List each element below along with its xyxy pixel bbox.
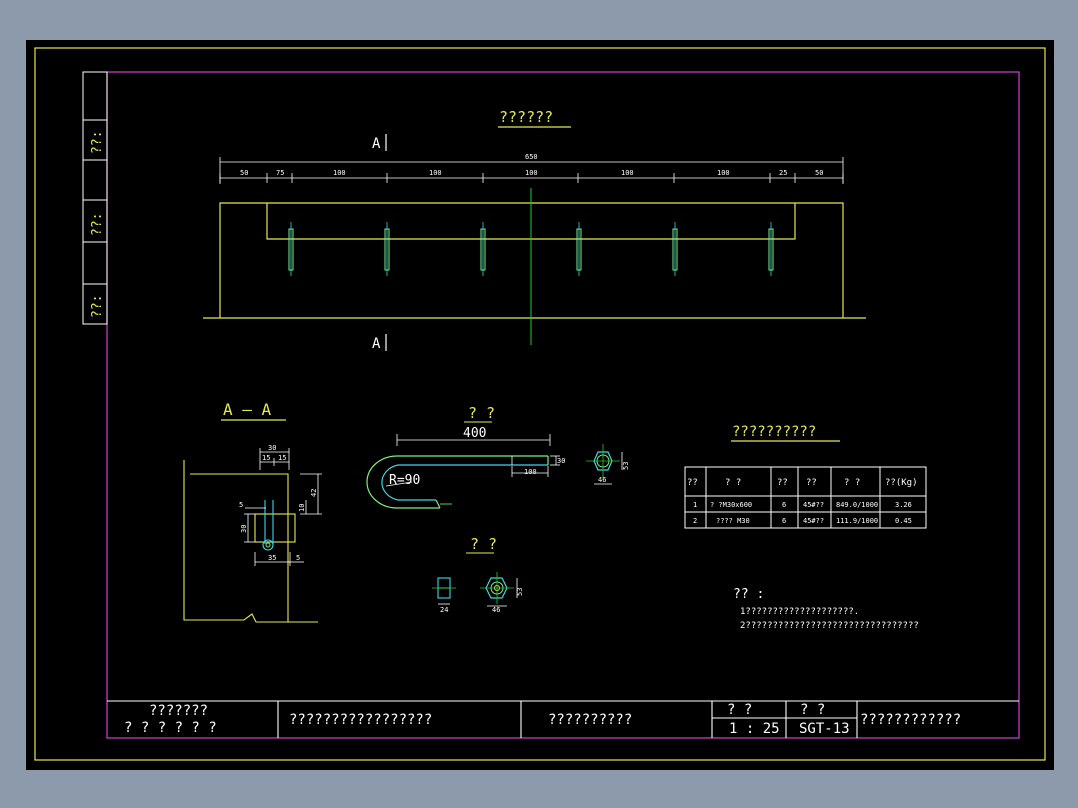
elevation-title: ?????? — [499, 108, 553, 126]
chain-dim-1: 50 — [240, 169, 248, 177]
bolt-length-label: 400 — [463, 426, 486, 441]
table-cell: 45#?? — [803, 517, 824, 525]
title-block-project: ????????????????? — [289, 712, 432, 728]
section-marker-bottom: A — [372, 336, 381, 352]
table-header-weight: ??(Kg) — [885, 478, 918, 488]
notes-heading: ?? : — [733, 587, 764, 602]
table-header-material: ?? — [806, 478, 817, 488]
bolt-head-height: 53 — [622, 462, 630, 470]
title-block-number: SGT-13 — [799, 721, 850, 737]
title-block-number-label: ? ? — [800, 702, 825, 718]
table-cell: 2 — [693, 517, 697, 525]
table-cell: 3.26 — [895, 501, 912, 509]
cad-viewport[interactable]: ??: ??: ??: ?????? A A 650 50 75 100 100… — [0, 0, 1078, 808]
bolt-thread-label: 100 — [524, 468, 537, 476]
bolt-title: ? ? — [468, 404, 495, 422]
bolt-end-label: 30 — [557, 457, 565, 465]
nut-across-label: 46 — [492, 606, 500, 614]
title-block-org-line2: ? ? ? ? ? ? — [124, 720, 217, 736]
chain-dim-7: 100 — [717, 169, 730, 177]
section-dim-half-left: 15 — [262, 454, 270, 462]
table-cell: 6 — [782, 517, 786, 525]
section-title: A — A — [223, 400, 272, 419]
bolt-radius-label: R=90 — [389, 473, 420, 488]
nut-height-label: 53 — [516, 588, 524, 596]
table-cell: 45#?? — [803, 501, 824, 509]
table-title: ?????????? — [732, 424, 816, 440]
side-stamp-label-1: ??: — [90, 131, 105, 154]
bolt-head-width: 46 — [598, 476, 606, 484]
chain-dim-3: 100 — [333, 169, 346, 177]
table-cell: 849.0/1000 — [836, 501, 878, 509]
nut-title: ? ? — [470, 535, 497, 553]
title-block-scale: 1 : 25 — [729, 721, 780, 737]
table-cell: 6 — [782, 501, 786, 509]
drawing-canvas: ??: ??: ??: ?????? A A 650 50 75 100 100… — [26, 40, 1054, 770]
chain-dim-2: 75 — [276, 169, 284, 177]
section-dim-offset: 5 — [239, 501, 243, 509]
side-stamp-label-2: ??: — [90, 213, 105, 236]
title-block-scale-label: ? ? — [727, 702, 752, 718]
section-dim-bottom-right: 5 — [296, 554, 300, 562]
chain-dim-9: 50 — [815, 169, 823, 177]
notes-line-1: 1????????????????????. — [740, 607, 859, 617]
table-cell: 111.9/1000 — [836, 517, 878, 525]
section-dim-half-right: 15 — [278, 454, 286, 462]
chain-dim-8: 25 — [779, 169, 787, 177]
notes-line-2: 2???????????????????????????????? — [740, 621, 919, 631]
table-cell: ? ?M30x600 — [710, 501, 752, 509]
side-stamp-label-3: ??: — [90, 295, 105, 318]
title-block-org-line1: ??????? — [149, 703, 208, 719]
section-marker-top: A — [372, 136, 381, 152]
nut-width-label: 24 — [440, 606, 448, 614]
chain-dim-4: 100 — [429, 169, 442, 177]
table-header-unit: ? ? — [844, 478, 860, 488]
table-header-qty: ?? — [777, 478, 788, 488]
table-cell: 1 — [693, 501, 697, 509]
chain-dim-5: 100 — [525, 169, 538, 177]
section-dim-left: 30 — [240, 525, 248, 533]
overall-dim-label: 650 — [525, 153, 538, 161]
table-header-no: ?? — [687, 478, 698, 488]
section-dim-small: 10 — [298, 504, 306, 512]
section-dim-top: 30 — [268, 444, 276, 452]
drawing-sheet — [26, 40, 1054, 770]
title-block-extra: ???????????? — [860, 712, 961, 728]
section-dim-right: 42 — [310, 489, 318, 497]
title-block-drawing-name: ?????????? — [548, 712, 632, 728]
table-header-name: ? ? — [725, 478, 741, 488]
section-dim-bottom: 35 — [268, 554, 276, 562]
table-cell: 0.45 — [895, 517, 912, 525]
chain-dim-6: 100 — [621, 169, 634, 177]
table-cell: ???? M30 — [716, 517, 750, 525]
